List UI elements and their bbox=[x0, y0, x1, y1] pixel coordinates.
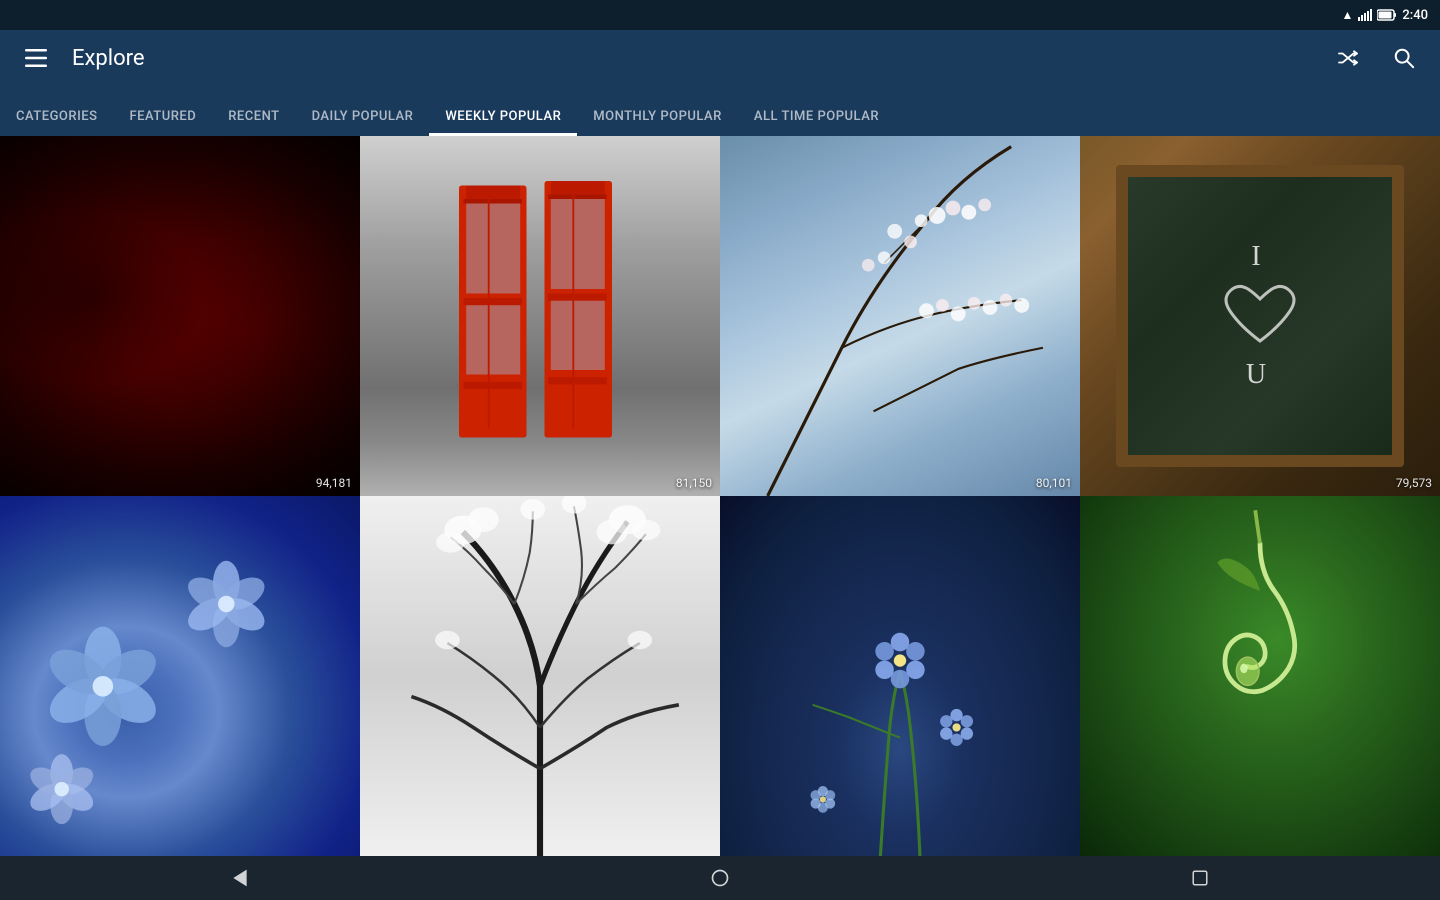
roses-count: 94,181 bbox=[316, 476, 352, 490]
tab-all-time-popular[interactable]: ALL TIME POPULAR bbox=[738, 109, 895, 136]
toolbar: Explore bbox=[0, 30, 1440, 86]
battery-icon bbox=[1377, 9, 1397, 21]
home-icon bbox=[710, 868, 730, 888]
blue-flowers-image bbox=[0, 496, 360, 856]
cherry-image bbox=[720, 136, 1080, 496]
wifi-icon: ▲ bbox=[1342, 8, 1354, 22]
back-icon bbox=[230, 868, 250, 888]
tabs-bar: CATEGORIES FEATURED RECENT DAILY POPULAR… bbox=[0, 86, 1440, 136]
recents-button[interactable] bbox=[1170, 858, 1230, 898]
status-icons: ▲ 2:40 bbox=[1342, 8, 1428, 23]
grid-cell-bw-tree[interactable] bbox=[360, 496, 720, 856]
bottom-nav bbox=[0, 856, 1440, 900]
tab-monthly-popular[interactable]: MONTHLY POPULAR bbox=[577, 109, 738, 136]
grid-cell-spiral[interactable] bbox=[1080, 496, 1440, 856]
tab-categories[interactable]: CATEGORIES bbox=[0, 109, 113, 136]
tab-featured[interactable]: FEATURED bbox=[113, 109, 212, 136]
roses-image bbox=[0, 136, 360, 496]
search-icon bbox=[1393, 47, 1415, 69]
status-time: 2:40 bbox=[1402, 8, 1428, 23]
tab-recent[interactable]: RECENT bbox=[212, 109, 295, 136]
search-button[interactable] bbox=[1384, 38, 1424, 78]
toolbar-title: Explore bbox=[72, 46, 1312, 71]
home-button[interactable] bbox=[690, 858, 750, 898]
tab-weekly-popular[interactable]: WEEKLY POPULAR bbox=[429, 109, 577, 136]
signal-icon bbox=[1358, 9, 1372, 21]
menu-button[interactable] bbox=[16, 38, 56, 78]
bw-tree-image bbox=[360, 496, 720, 856]
phonebox-count: 81,150 bbox=[676, 476, 712, 490]
grid-cell-roses[interactable]: 94,181 bbox=[0, 136, 360, 496]
grid-cell-loveyou[interactable]: I U 79,573 bbox=[1080, 136, 1440, 496]
forget-me-not-image bbox=[720, 496, 1080, 856]
grid-cell-phonebox[interactable]: 81,150 bbox=[360, 136, 720, 496]
menu-icon bbox=[25, 49, 47, 67]
phonebox-image bbox=[360, 136, 720, 496]
grid-cell-forget-me-not[interactable] bbox=[720, 496, 1080, 856]
tab-daily-popular[interactable]: DAILY POPULAR bbox=[296, 109, 430, 136]
status-bar: ▲ 2:40 bbox=[0, 0, 1440, 30]
cherry-count: 80,101 bbox=[1036, 476, 1072, 490]
shuffle-button[interactable] bbox=[1328, 38, 1368, 78]
loveyou-count: 79,573 bbox=[1396, 476, 1432, 490]
grid-cell-cherry[interactable]: 80,101 bbox=[720, 136, 1080, 496]
shuffle-icon bbox=[1337, 49, 1359, 67]
loveyou-image: I U bbox=[1080, 136, 1440, 496]
grid-cell-blue-flowers[interactable] bbox=[0, 496, 360, 856]
back-button[interactable] bbox=[210, 858, 270, 898]
image-grid: 94,181 bbox=[0, 136, 1440, 856]
recents-icon bbox=[1191, 869, 1209, 887]
spiral-image bbox=[1080, 496, 1440, 856]
